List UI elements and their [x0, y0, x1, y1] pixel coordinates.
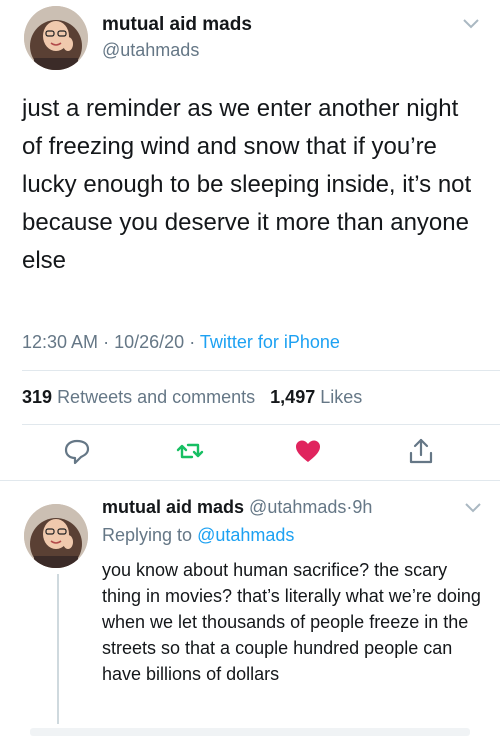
- replying-to: Replying to @utahmads: [102, 525, 294, 546]
- reply-author-handle[interactable]: @utahmads: [249, 497, 346, 517]
- meta-separator: ·: [189, 332, 196, 352]
- reply-author-name[interactable]: mutual aid mads: [102, 497, 244, 517]
- likes-count[interactable]: 1,497: [270, 387, 315, 407]
- reply-avatar[interactable]: [24, 504, 88, 568]
- tweet-text: just a reminder as we enter another nigh…: [22, 95, 472, 274]
- divider: [22, 370, 500, 371]
- retweet-icon[interactable]: [175, 436, 205, 466]
- bottom-bar: [30, 728, 470, 736]
- thread-line: [57, 574, 59, 724]
- tweet-date: 10/26/20: [114, 332, 185, 352]
- divider: [22, 424, 500, 425]
- reply-icon[interactable]: [62, 436, 92, 466]
- chevron-down-icon[interactable]: [462, 18, 480, 30]
- share-icon[interactable]: [406, 436, 436, 466]
- chevron-down-icon[interactable]: [464, 502, 482, 514]
- likes-label[interactable]: Likes: [320, 387, 362, 407]
- replying-prefix: Replying to: [102, 525, 193, 545]
- retweets-count[interactable]: 319: [22, 387, 52, 407]
- divider: [0, 480, 500, 481]
- tweet-meta: 12:30 AM · 10/26/20 · Twitter for iPhone: [22, 332, 340, 353]
- replying-mention-link[interactable]: @utahmads: [197, 525, 294, 545]
- author-name[interactable]: mutual aid mads: [102, 14, 252, 36]
- engagement-stats: 319 Retweets and comments 1,497 Likes: [22, 387, 362, 408]
- like-icon-filled[interactable]: [293, 436, 323, 466]
- reply-header: mutual aid mads @utahmads·9h: [102, 497, 372, 518]
- avatar-image: [24, 504, 88, 568]
- action-bar: [0, 436, 500, 470]
- author-handle[interactable]: @utahmads: [102, 40, 199, 61]
- avatar[interactable]: [24, 6, 88, 70]
- meta-separator: ·: [103, 332, 110, 352]
- tweet-source-link[interactable]: Twitter for iPhone: [200, 332, 340, 352]
- avatar-image: [24, 6, 88, 70]
- reply-age: 9h: [352, 497, 373, 517]
- reply-text: you know about human sacrifice? the scar…: [102, 560, 481, 684]
- tweet-time: 12:30 AM: [22, 332, 99, 352]
- retweets-label[interactable]: Retweets and comments: [57, 387, 255, 407]
